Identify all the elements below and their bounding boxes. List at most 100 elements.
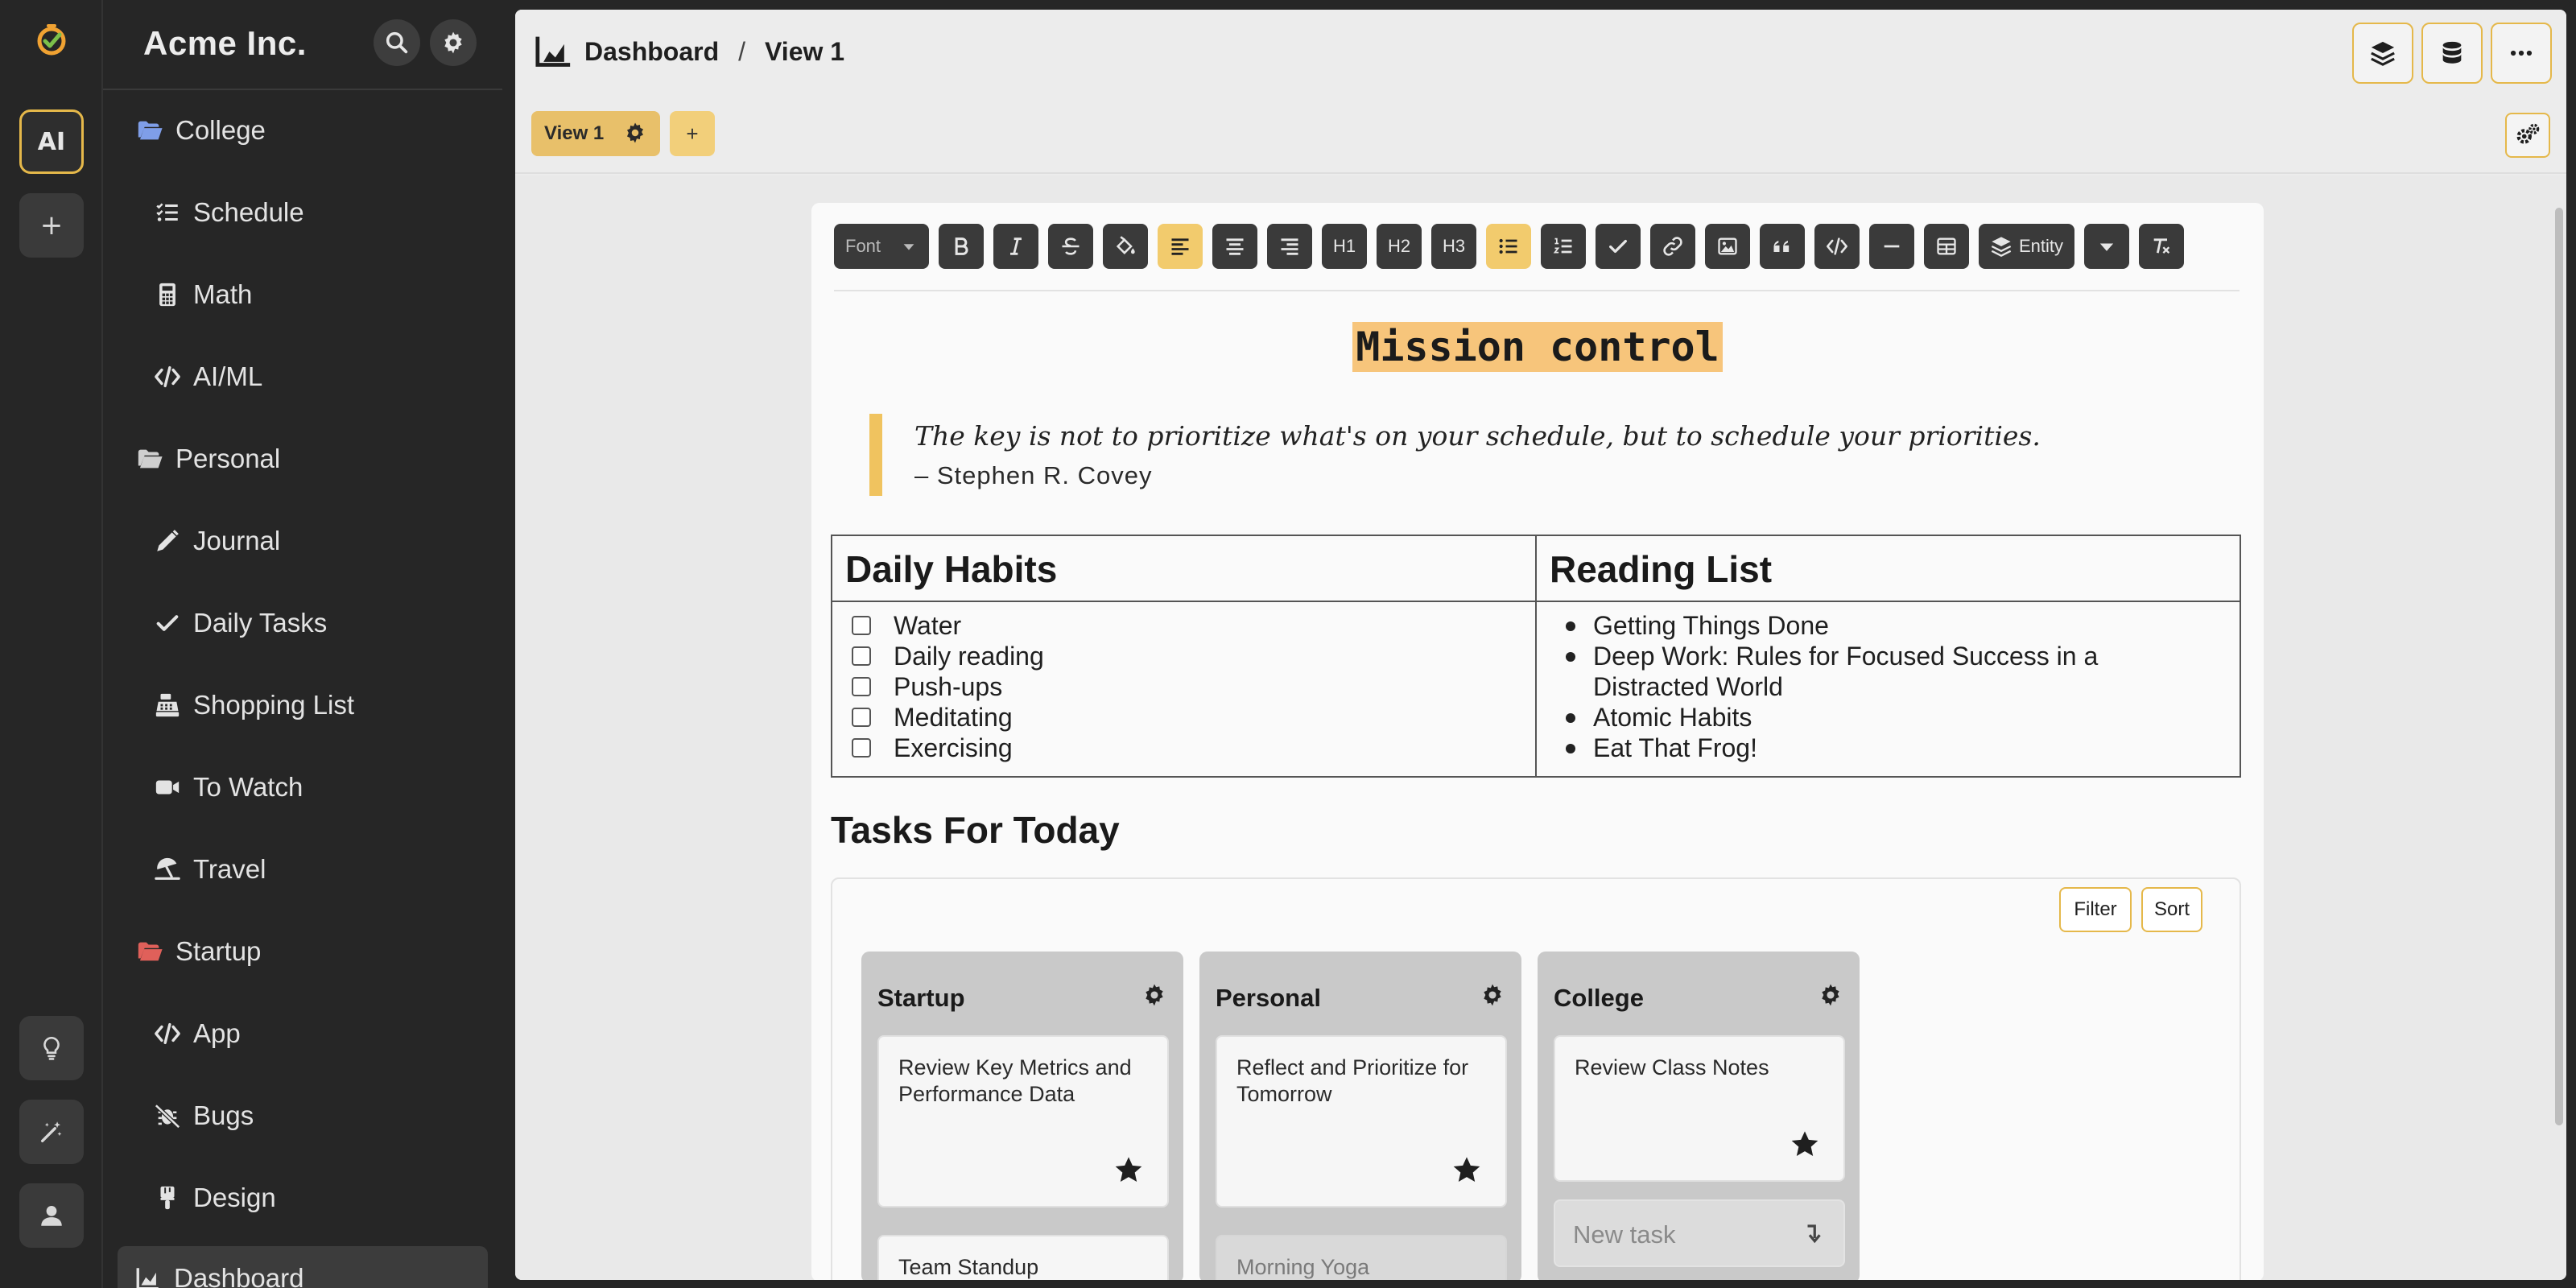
sidebar-item-dashboard[interactable]: Dashboard [118, 1246, 488, 1288]
sidebar-folder-personal[interactable]: Personal [135, 433, 280, 485]
ai-workspace-button[interactable]: AI [19, 109, 84, 174]
star-icon[interactable] [1113, 1154, 1145, 1187]
more-options-button[interactable] [2491, 23, 2552, 84]
strikethrough-button[interactable] [1048, 224, 1093, 269]
magic-wand-button[interactable] [19, 1100, 84, 1164]
filter-button[interactable]: Filter [2059, 887, 2132, 932]
view-settings-button[interactable] [2505, 113, 2550, 158]
habit-checkbox[interactable] [852, 708, 871, 727]
sidebar-folder-startup[interactable]: Startup [135, 926, 261, 977]
reading-list-cell: Getting Things Done Deep Work: Rules for… [1535, 602, 2240, 776]
bold-icon [955, 237, 968, 255]
heading-2-button[interactable]: H2 [1377, 224, 1422, 269]
task-card[interactable]: Review Key Metrics and Performance Data [877, 1035, 1169, 1208]
sidebar-item-travel[interactable]: Travel [153, 844, 266, 895]
task-card[interactable]: Team Standup [877, 1235, 1169, 1280]
blockquote[interactable]: The key is not to prioritize what's on y… [869, 414, 2041, 496]
sidebar-item-app[interactable]: App [153, 1008, 241, 1059]
gear-icon[interactable] [1480, 982, 1505, 1008]
habit-item: Meditating [852, 702, 1535, 733]
database-button[interactable] [2421, 23, 2483, 84]
entity-button[interactable]: Entity [1979, 224, 2075, 269]
search-icon [386, 31, 408, 54]
lightbulb-button[interactable] [19, 1016, 84, 1080]
sidebar-folder-college[interactable]: College [135, 105, 266, 156]
sidebar-item-math[interactable]: Math [153, 269, 252, 320]
heading-1-button[interactable]: H1 [1322, 224, 1367, 269]
bold-button[interactable] [939, 224, 984, 269]
font-dropdown-label: Font [845, 236, 881, 256]
new-task-input[interactable]: New task [1554, 1199, 1845, 1267]
sidebar-item-ai-ml[interactable]: AI/ML [153, 351, 262, 402]
sidebar-item-schedule[interactable]: Schedule [153, 187, 304, 238]
user-profile-button[interactable] [19, 1183, 84, 1248]
sort-button[interactable]: Sort [2141, 887, 2202, 932]
task-card[interactable]: Reflect and Prioritize for Tomorrow [1216, 1035, 1507, 1208]
more-dropdown-button[interactable] [2084, 224, 2130, 269]
bullet-icon [1566, 713, 1575, 723]
star-icon[interactable] [1789, 1129, 1821, 1161]
sidebar-item-shopping-list[interactable]: Shopping List [153, 679, 354, 731]
gear-icon[interactable] [623, 121, 647, 145]
italic-button[interactable] [993, 224, 1038, 269]
align-left-button[interactable] [1158, 224, 1203, 269]
blockquote-button[interactable] [1760, 224, 1805, 269]
user-icon [41, 1205, 62, 1226]
task-card[interactable]: Morning Yoga [1216, 1235, 1507, 1280]
habit-checkbox[interactable] [852, 646, 871, 666]
daily-habits-cell: Water Daily reading Push-ups Meditating … [832, 602, 1535, 776]
sidebar-item-to-watch[interactable]: To Watch [153, 762, 303, 813]
tab-view-1[interactable]: View 1 [531, 111, 660, 156]
sidebar-item-design[interactable]: Design [153, 1172, 276, 1224]
enter-arrow-icon[interactable] [1802, 1222, 1826, 1246]
clear-format-icon [2153, 238, 2170, 254]
document-title[interactable]: Mission control [811, 322, 2264, 372]
font-dropdown[interactable]: Font [834, 224, 929, 269]
main-scrollbar[interactable] [2555, 208, 2563, 1125]
horizontal-rule-button[interactable] [1869, 224, 1914, 269]
habit-checkbox[interactable] [852, 616, 871, 635]
reading-item-label: Eat That Frog! [1593, 733, 1757, 762]
sidebar-item-daily-tasks[interactable]: Daily Tasks [153, 597, 327, 649]
habit-checkbox[interactable] [852, 738, 871, 758]
bullet-list-button[interactable] [1486, 224, 1531, 269]
add-workspace-button[interactable]: + [19, 193, 84, 258]
app-logo-icon[interactable] [32, 19, 71, 58]
table-button[interactable] [1924, 224, 1969, 269]
workspace-title: Acme Inc. [143, 24, 307, 62]
column-title: College [1554, 984, 1644, 1012]
search-button[interactable] [374, 19, 420, 66]
task-card[interactable]: Review Class Notes [1554, 1035, 1845, 1182]
column-title: Startup [877, 984, 965, 1012]
numbered-list-button[interactable] [1541, 224, 1586, 269]
heading-1-label: H1 [1332, 236, 1356, 256]
gear-icon[interactable] [1818, 982, 1843, 1008]
align-right-button[interactable] [1267, 224, 1312, 269]
heading-3-button[interactable]: H3 [1431, 224, 1476, 269]
cash-register-icon [153, 691, 182, 720]
highlight-color-button[interactable] [1103, 224, 1148, 269]
settings-button[interactable] [430, 19, 477, 66]
breadcrumb-view[interactable]: View 1 [765, 37, 844, 67]
tasks-heading: Tasks For Today [831, 809, 1120, 851]
caret-down-icon [2099, 243, 2114, 251]
checklist-button[interactable] [1596, 224, 1641, 269]
add-view-button[interactable]: + [670, 111, 715, 156]
list-ul-icon [1499, 238, 1517, 254]
list-ol-icon [1553, 237, 1572, 254]
sidebar-item-journal[interactable]: Journal [153, 515, 280, 567]
star-icon[interactable] [1451, 1154, 1483, 1187]
main-panel: Dashboard / View 1 View 1 + Font H1 H2 H… [515, 10, 2566, 1280]
sidebar-item-bugs[interactable]: Bugs [153, 1090, 254, 1141]
habit-checkbox[interactable] [852, 677, 871, 696]
code-block-button[interactable] [1814, 224, 1860, 269]
align-center-button[interactable] [1212, 224, 1257, 269]
kanban-board: Filter Sort Startup Review Key Metrics a… [831, 877, 2241, 1280]
image-button[interactable] [1705, 224, 1750, 269]
clear-formatting-button[interactable] [2139, 224, 2185, 269]
gear-icon[interactable] [1141, 982, 1167, 1008]
breadcrumb-dashboard[interactable]: Dashboard [584, 37, 719, 67]
link-button[interactable] [1650, 224, 1695, 269]
gear-icon [444, 31, 462, 54]
layers-button[interactable] [2352, 23, 2413, 84]
